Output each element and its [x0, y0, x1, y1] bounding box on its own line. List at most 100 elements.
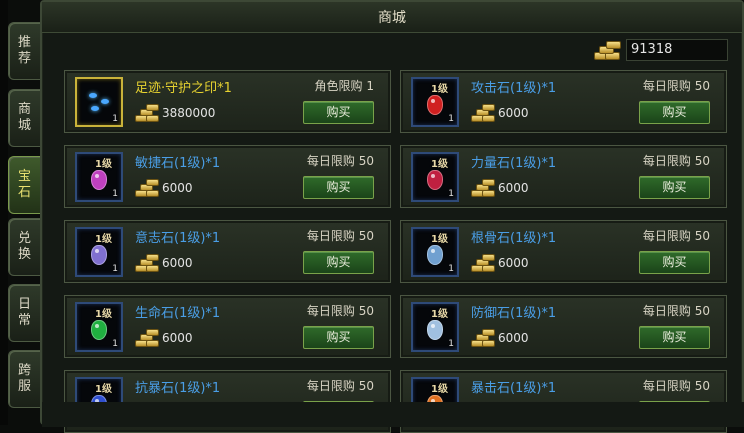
item-quantity: 1	[448, 114, 454, 124]
item-icon[interactable]: 1级 1	[411, 77, 459, 127]
side-tab-bar: 推荐 商城 宝石 兑换 日常 跨服	[8, 22, 42, 417]
currency-display: 91318	[594, 39, 728, 61]
purchase-limit: 每日限购 50	[306, 304, 374, 318]
item-name: 暴击石(1级)*1	[471, 381, 557, 396]
price-value: 6000	[162, 181, 193, 195]
tab-label: 日常	[18, 297, 33, 328]
item-card: 1级 1 攻击石(1级)*1 每日限购 50 6000 购买	[400, 70, 727, 133]
item-icon[interactable]: 1级 1	[411, 302, 459, 352]
gold-ingot-icon	[471, 329, 497, 347]
window-title: 商城	[378, 10, 406, 26]
item-price: 6000	[471, 329, 529, 347]
gold-ingot-icon	[135, 254, 161, 272]
gold-ingot-icon	[594, 41, 621, 60]
item-icon[interactable]: 1级 1	[75, 302, 123, 352]
gem-icon	[91, 170, 107, 190]
left-edge	[0, 0, 8, 425]
price-value: 6000	[498, 181, 529, 195]
gem-icon	[427, 170, 443, 190]
item-card: 1级 1 力量石(1级)*1 每日限购 50 6000 购买	[400, 145, 727, 208]
item-name: 防御石(1级)*1	[471, 306, 557, 321]
item-quantity: 1	[448, 264, 454, 274]
gem-icon	[91, 245, 107, 265]
tab-gems[interactable]: 宝石	[8, 156, 41, 214]
purchase-limit: 角色限购 1	[314, 79, 374, 93]
tab-mall[interactable]: 商城	[8, 89, 41, 147]
purchase-limit: 每日限购 50	[642, 79, 710, 93]
purchase-limit: 每日限购 50	[306, 379, 374, 393]
item-icon[interactable]: 1级 1	[75, 152, 123, 202]
tab-exchange[interactable]: 兑换	[8, 218, 41, 276]
item-card: 1 足迹·守护之印*1 角色限购 1 3880000 购买	[64, 70, 391, 133]
item-name: 攻击石(1级)*1	[471, 81, 557, 96]
item-price: 6000	[471, 104, 529, 122]
item-price: 6000	[135, 329, 193, 347]
item-card: 1级 1 生命石(1级)*1 每日限购 50 6000 购买	[64, 295, 391, 358]
tab-label: 商城	[18, 102, 33, 133]
item-icon[interactable]: 1级 1	[75, 227, 123, 277]
buy-button[interactable]: 购买	[303, 101, 374, 124]
item-name: 生命石(1级)*1	[135, 306, 221, 321]
footprint-icon	[87, 91, 115, 115]
item-name: 足迹·守护之印*1	[135, 81, 232, 96]
tab-recommend[interactable]: 推荐	[8, 22, 41, 80]
item-name: 敏捷石(1级)*1	[135, 156, 221, 171]
item-quantity: 1	[112, 264, 118, 274]
gold-ingot-icon	[471, 254, 497, 272]
item-quantity: 1	[112, 339, 118, 349]
item-price: 6000	[471, 179, 529, 197]
item-quantity: 1	[448, 189, 454, 199]
buy-button[interactable]: 购买	[303, 176, 374, 199]
gold-ingot-icon	[135, 104, 161, 122]
buy-button[interactable]: 购买	[639, 176, 710, 199]
level-badge: 1级	[95, 309, 112, 320]
price-value: 6000	[498, 256, 529, 270]
item-name: 根骨石(1级)*1	[471, 231, 557, 246]
item-quantity: 1	[112, 189, 118, 199]
level-badge: 1级	[95, 384, 112, 395]
tab-label: 跨服	[18, 363, 33, 394]
level-badge: 1级	[431, 159, 448, 170]
gem-icon	[427, 95, 443, 115]
gold-ingot-icon	[471, 179, 497, 197]
buy-button[interactable]: 购买	[303, 251, 374, 274]
price-value: 6000	[498, 106, 529, 120]
buy-button[interactable]: 购买	[639, 101, 710, 124]
item-name: 力量石(1级)*1	[471, 156, 557, 171]
purchase-limit: 每日限购 50	[642, 379, 710, 393]
gem-icon	[427, 245, 443, 265]
gold-ingot-icon	[135, 179, 161, 197]
item-price: 3880000	[135, 104, 215, 122]
tab-label: 宝石	[18, 169, 33, 200]
price-value: 3880000	[162, 106, 216, 120]
level-badge: 1级	[431, 384, 448, 395]
tab-daily[interactable]: 日常	[8, 284, 41, 342]
item-card: 1级 1 意志石(1级)*1 每日限购 50 6000 购买	[64, 220, 391, 283]
item-card: 1级 1 根骨石(1级)*1 每日限购 50 6000 购买	[400, 220, 727, 283]
purchase-limit: 每日限购 50	[642, 229, 710, 243]
item-card: 1级 1 防御石(1级)*1 每日限购 50 6000 购买	[400, 295, 727, 358]
gold-ingot-icon	[135, 329, 161, 347]
level-badge: 1级	[95, 234, 112, 245]
item-icon[interactable]: 1级 1	[411, 152, 459, 202]
gem-icon	[91, 320, 107, 340]
buy-button[interactable]: 购买	[639, 326, 710, 349]
level-badge: 1级	[431, 309, 448, 320]
tab-label: 推荐	[18, 35, 33, 66]
gold-ingot-icon	[471, 104, 497, 122]
tab-cross-server[interactable]: 跨服	[8, 350, 41, 408]
item-icon[interactable]: 1	[75, 77, 123, 127]
purchase-limit: 每日限购 50	[306, 154, 374, 168]
item-quantity: 1	[112, 114, 118, 124]
level-badge: 1级	[95, 159, 112, 170]
shop-window: 商城 91318 1 足迹·守护之印*1 角色限购 1 3880000 购买 1…	[40, 0, 744, 433]
purchase-limit: 每日限购 50	[642, 154, 710, 168]
list-clip	[42, 402, 744, 427]
gem-icon	[427, 320, 443, 340]
item-quantity: 1	[448, 339, 454, 349]
item-icon[interactable]: 1级 1	[411, 227, 459, 277]
item-price: 6000	[135, 254, 193, 272]
buy-button[interactable]: 购买	[303, 326, 374, 349]
buy-button[interactable]: 购买	[639, 251, 710, 274]
item-price: 6000	[135, 179, 193, 197]
